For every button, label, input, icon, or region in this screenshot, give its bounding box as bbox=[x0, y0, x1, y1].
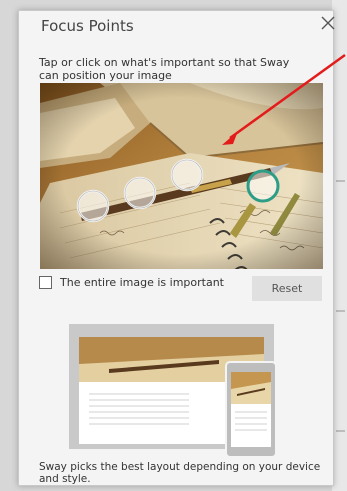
annotation-arrow-icon bbox=[222, 53, 346, 145]
